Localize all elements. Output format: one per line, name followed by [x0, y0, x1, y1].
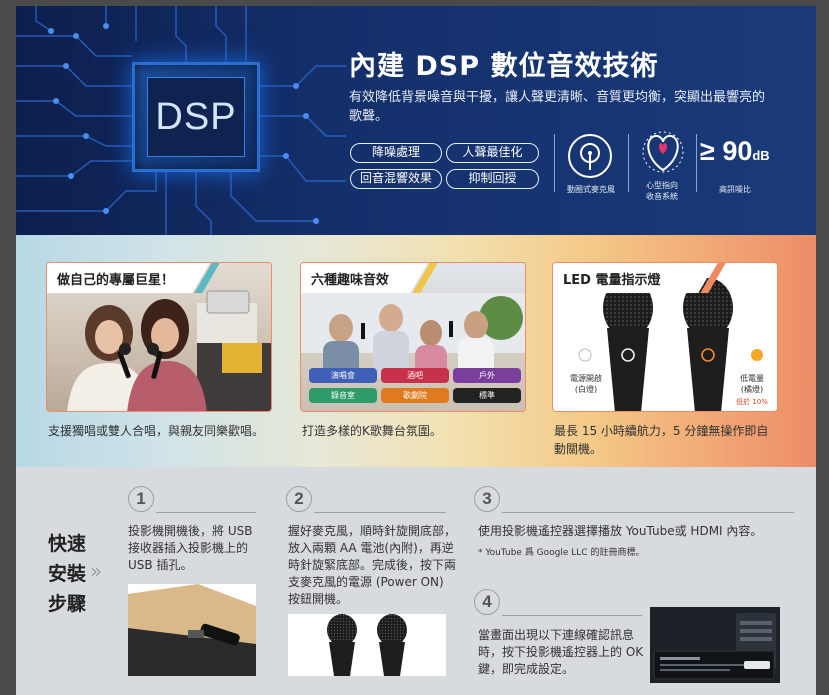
quick-setup: 快速 安裝 步驟 » 1 投影機開機後，將 USB 接收器插入投影機上的 USB… [16, 467, 816, 695]
step-1-number: 1 [128, 486, 154, 512]
step-3-note: * YouTube 爲 Google LLC 的註冊商標。 [478, 548, 645, 558]
dsp-chip: DSP [132, 62, 260, 172]
effect-bar: 酒吧 [381, 368, 449, 383]
step-4-number: 4 [474, 589, 500, 615]
card-led-indicator: LED 電量指示燈 電源開啟 (白燈) 低電量 (橘燈) 低於 10% [552, 262, 778, 412]
two-mics-image [288, 614, 446, 676]
card-led-title: LED 電量指示燈 [563, 273, 661, 288]
hero-description: 有效降低背景噪音與干擾，讓人聲更清晰、音質更均衡，突顯出最響亮的歌聲。 [349, 90, 766, 124]
dsp-chip-label: DSP [155, 95, 237, 138]
feature-strip: 做自己的專屬巨星！ 支援獨唱或雙人合唱，與親友同樂歡唱。 六種趣味音效 演唱會 … [16, 235, 816, 467]
step-3-number: 3 [474, 486, 500, 512]
product-page: DSP 內建 DSP 數位音效技術 有效降低背景噪音與干擾，讓人聲更清晰、音質更… [16, 6, 816, 695]
effect-opera: 歌劇院 [381, 388, 449, 403]
card-superstar-title: 做自己的專屬巨星！ [57, 273, 175, 288]
card-superstar-header: 做自己的專屬巨星！ [47, 263, 220, 293]
pill-noise-reduction: 降噪處理 [350, 143, 442, 163]
snr-value: ≥ 90dB [700, 136, 770, 166]
card-superstar-caption: 支援獨唱或雙人合唱，與親友同樂歡唱。 [48, 424, 265, 438]
projector-usb-image [128, 584, 256, 676]
effect-outdoor: 戶外 [453, 368, 521, 383]
pill-feedback-suppression: 抑制回授 [446, 169, 539, 189]
card-superstar: 做自己的專屬巨星！ [46, 262, 272, 412]
card-sound-effects-caption: 打造多樣的K歌舞台氛圍。 [302, 424, 442, 438]
snr-label: 高訊噪比 [719, 185, 751, 194]
step-4-text: 當畫面出現以下連線確認訊息時，按下投影機遙控器上的 OK 鍵，即完成設定。 [478, 628, 644, 676]
chevron-right-icon: » [90, 559, 103, 583]
connection-confirm-screen [650, 607, 780, 683]
card-led-header: LED 電量指示燈 [553, 263, 726, 293]
pill-vocal-optimize: 人聲最佳化 [446, 143, 539, 163]
dsp-banner: DSP 內建 DSP 數位音效技術 有效降低背景噪音與干擾，讓人聲更清晰、音質更… [16, 6, 816, 235]
led-white-label: 電源開啟 (白燈) [570, 374, 602, 394]
setup-title: 快速 安裝 步驟 [48, 533, 87, 615]
step-2-text: 握好麥克風，順時針旋開底部，放入兩顆 AA 電池(內附)，再逆時針旋緊底部。完成… [288, 524, 457, 606]
effect-studio: 錄音室 [309, 388, 377, 403]
effect-concert: 演唱會 [309, 368, 377, 383]
effect-standard: 標準 [453, 388, 521, 403]
dynamic-mic-label: 動圈式麥克風 [567, 185, 615, 194]
cardioid-label: 心型指向 收音系統 [646, 181, 678, 201]
led-orange-note: 低於 10% [736, 398, 768, 406]
led-orange-label: 低電量 (橘燈) [740, 374, 764, 394]
card-sound-effects-header: 六種趣味音效 [301, 263, 438, 293]
dynamic-mic-icon [568, 134, 612, 178]
step-1-text: 投影機開機後，將 USB 接收器插入投影機上的 USB 插孔。 [128, 524, 253, 572]
cardioid-pattern-icon [641, 130, 685, 174]
hero-title: 內建 DSP 數位音效技術 [349, 51, 659, 82]
card-sound-effects: 六種趣味音效 演唱會 酒吧 戶外 錄音室 歌劇院 標準 [300, 262, 526, 412]
card-led-caption: 最長 15 小時續航力，5 分鐘無操作即自動關機。 [554, 424, 769, 456]
step-2-number: 2 [286, 486, 312, 512]
step-3-text: 使用投影機遙控器選擇播放 YouTube或 HDMI 內容。 [478, 524, 763, 538]
pill-echo-reverb: 回音混響效果 [350, 169, 442, 189]
